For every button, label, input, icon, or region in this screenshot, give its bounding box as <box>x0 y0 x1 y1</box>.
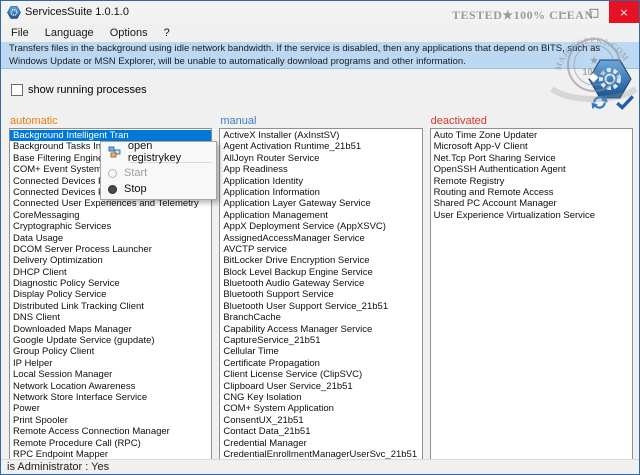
menu-item[interactable]: File <box>3 24 37 42</box>
list-item[interactable]: DHCP Client <box>10 267 211 278</box>
context-menu-item-open-registrykey[interactable]: open registrykey <box>103 140 214 164</box>
list-item[interactable]: Delivery Optimization <box>10 255 211 266</box>
checkbox-label: show running processes <box>28 84 147 96</box>
list-item[interactable]: Bluetooth User Support Service_21b51 <box>220 301 421 312</box>
list-item[interactable]: Agent Activation Runtime_21b51 <box>220 141 421 152</box>
list-item[interactable]: Routing and Remote Access <box>431 187 632 198</box>
list-item[interactable]: Google Update Service (gupdate) <box>10 335 211 346</box>
list-item[interactable]: Display Policy Service <box>10 289 211 300</box>
list-item[interactable]: Net.Tcp Port Sharing Service <box>431 153 632 164</box>
menu-item[interactable]: Language <box>37 24 102 42</box>
list-item[interactable]: Remote Access Connection Manager <box>10 426 211 437</box>
list-item[interactable]: Application Identity <box>220 176 421 187</box>
list-item[interactable]: Cryptographic Services <box>10 221 211 232</box>
list-item[interactable]: Group Policy Client <box>10 346 211 357</box>
list-item[interactable]: AVCTP service <box>220 244 421 255</box>
maximize-button[interactable]: □ <box>579 1 609 23</box>
column-header-deactivated: deactivated <box>430 115 487 127</box>
list-item[interactable]: Downloaded Maps Manager <box>10 324 211 335</box>
list-item[interactable]: AppX Deployment Service (AppXSVC) <box>220 221 421 232</box>
list-item[interactable]: BitLocker Drive Encryption Service <box>220 255 421 266</box>
menu-item[interactable]: Options <box>102 24 156 42</box>
list-item[interactable]: BranchCache <box>220 312 421 323</box>
list-item[interactable]: Shared PC Account Manager <box>431 198 632 209</box>
list-item[interactable]: Diagnostic Policy Service <box>10 278 211 289</box>
context-menu: open registrykey Start Stop <box>100 140 217 200</box>
context-menu-label: Start <box>124 167 148 179</box>
column-header-manual: manual <box>220 115 257 127</box>
app-icon <box>7 5 21 19</box>
context-menu-item-start: Start <box>103 165 214 181</box>
list-item[interactable]: Certificate Propagation <box>220 358 421 369</box>
list-item[interactable]: Application Management <box>220 210 421 221</box>
list-item[interactable]: Auto Time Zone Updater <box>431 130 632 141</box>
window-controls: – □ × <box>549 1 639 23</box>
checkbox-box[interactable] <box>11 84 23 96</box>
list-item[interactable]: Application Information <box>220 187 421 198</box>
list-item[interactable]: DNS Client <box>10 312 211 323</box>
list-item[interactable]: User Experience Virtualization Service <box>431 210 632 221</box>
show-running-processes-checkbox[interactable]: show running processes <box>11 84 147 96</box>
list-item[interactable]: Network Location Awareness <box>10 381 211 392</box>
context-menu-label: Stop <box>124 183 147 195</box>
list-item[interactable]: Contact Data_21b51 <box>220 426 421 437</box>
list-item[interactable]: AllJoyn Router Service <box>220 153 421 164</box>
list-item[interactable]: Distributed Link Tracking Client <box>10 301 211 312</box>
refresh-icon[interactable] <box>590 94 609 111</box>
list-item[interactable]: Remote Registry <box>431 176 632 187</box>
list-item[interactable]: OpenSSH Authentication Agent <box>431 164 632 175</box>
registry-icon <box>108 146 121 158</box>
list-item[interactable]: CaptureService_21b51 <box>220 335 421 346</box>
context-menu-item-stop[interactable]: Stop <box>103 181 214 197</box>
list-item[interactable]: AssignedAccessManager Service <box>220 233 421 244</box>
context-menu-label: open registrykey <box>127 140 182 164</box>
list-item[interactable]: Capability Access Manager Service <box>220 324 421 335</box>
close-button[interactable]: × <box>609 1 639 23</box>
list-item[interactable]: IP Helper <box>10 358 211 369</box>
list-item[interactable]: ConsentUX_21b51 <box>220 415 421 426</box>
list-item[interactable]: CoreMessaging <box>10 210 211 221</box>
menu-bar: File Language Options? <box>1 23 639 42</box>
list-item[interactable]: Bluetooth Audio Gateway Service <box>220 278 421 289</box>
minimize-button[interactable]: – <box>549 1 579 23</box>
menu-item[interactable]: ? <box>156 24 178 42</box>
list-item[interactable]: ActiveX Installer (AxInstSV) <box>220 130 421 141</box>
window-title: ServicesSuite 1.0.1.0 <box>25 6 129 18</box>
list-item[interactable]: Bluetooth Support Service <box>220 289 421 300</box>
list-item[interactable]: Power <box>10 403 211 414</box>
list-item[interactable]: DCOM Server Process Launcher <box>10 244 211 255</box>
column-deactivated: deactivated Auto Time Zone Updater Micros… <box>429 115 633 460</box>
manual-services-list[interactable]: ActiveX Installer (AxInstSV) Agent Activa… <box>219 128 423 460</box>
list-item[interactable]: Connected User Experiences and Telemetry <box>10 198 211 209</box>
service-description-banner: Transfers files in the background using … <box>1 42 639 69</box>
start-icon <box>108 168 117 178</box>
list-item[interactable]: Block Level Backup Engine Service <box>220 267 421 278</box>
list-item[interactable]: App Readiness <box>220 164 421 175</box>
column-header-automatic: automatic <box>10 115 58 127</box>
stop-icon <box>108 184 117 194</box>
column-manual: manual ActiveX Installer (AxInstSV) Agent… <box>219 115 423 460</box>
list-item[interactable]: Remote Procedure Call (RPC) <box>10 438 211 449</box>
status-bar: is Administrator : Yes <box>1 459 639 474</box>
list-item[interactable]: Network Store Interface Service <box>10 392 211 403</box>
titlebar[interactable]: ServicesSuite 1.0.1.0 – □ × <box>1 1 639 23</box>
list-item[interactable]: Print Spooler <box>10 415 211 426</box>
list-item[interactable]: Application Layer Gateway Service <box>220 198 421 209</box>
list-item[interactable]: COM+ System Application <box>220 403 421 414</box>
list-item[interactable]: Client License Service (ClipSVC) <box>220 369 421 380</box>
list-item[interactable]: CNG Key Isolation <box>220 392 421 403</box>
list-item[interactable]: Microsoft App-V Client <box>431 141 632 152</box>
list-item[interactable]: Local Session Manager <box>10 369 211 380</box>
deactivated-services-list[interactable]: Auto Time Zone Updater Microsoft App-V Cl… <box>429 128 633 460</box>
services-suite-window: ServicesSuite 1.0.1.0 – □ × File Language… <box>0 0 640 475</box>
list-item[interactable]: Clipboard User Service_21b51 <box>220 381 421 392</box>
list-item[interactable]: Credential Manager <box>220 438 421 449</box>
list-item[interactable]: Cellular Time <box>220 346 421 357</box>
apply-check-icon[interactable] <box>615 94 635 110</box>
list-item[interactable]: Data Usage <box>10 233 211 244</box>
